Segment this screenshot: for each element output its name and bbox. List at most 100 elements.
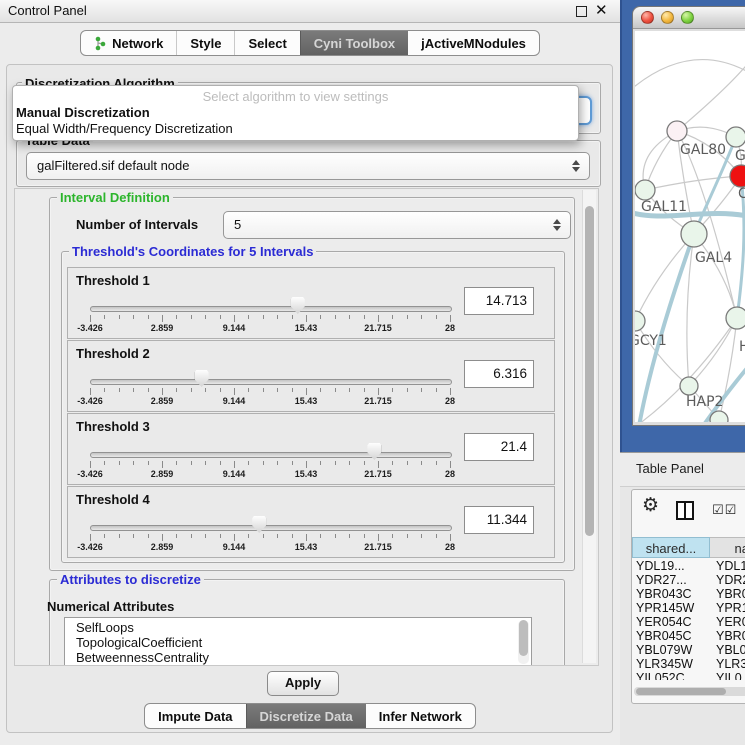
tick-label: 15.43 — [295, 323, 318, 333]
apply-button[interactable]: Apply — [267, 671, 339, 696]
slider-track[interactable] — [90, 379, 452, 385]
settings-gear-icon[interactable]: ⚙ — [642, 496, 659, 516]
threshold-value-input[interactable]: 14.713 — [464, 287, 534, 315]
tick-mark — [133, 388, 134, 392]
table-hscrollbar[interactable] — [634, 687, 745, 696]
tab-discretize-data[interactable]: Discretize Data — [246, 704, 366, 728]
panel-scrollbar[interactable] — [582, 190, 596, 663]
tick-mark — [335, 388, 336, 392]
network-node[interactable] — [635, 180, 655, 200]
table-row[interactable]: YPR145WYPR1 — [632, 601, 745, 615]
tick-mark — [436, 461, 437, 465]
network-edge[interactable] — [694, 234, 737, 318]
slider-track[interactable] — [90, 525, 452, 531]
network-view-window: GAL80GALCGAL11GAL4GCY1HHAP2 — [632, 6, 745, 426]
network-node[interactable] — [726, 127, 745, 147]
network-edge[interactable] — [645, 176, 741, 190]
list-item[interactable]: BetweennessCentrality — [65, 650, 531, 665]
network-window-titlebar[interactable] — [633, 7, 745, 29]
attributes-scrollbar-thumb[interactable] — [519, 620, 528, 656]
mac-close-button[interactable] — [641, 11, 654, 24]
tick-label: 21.715 — [364, 323, 392, 333]
table-row[interactable]: YLR345WYLR3 — [632, 657, 745, 671]
interval-definition-title: Interval Definition — [57, 190, 173, 205]
table-row[interactable]: YBR045CYBR0 — [632, 629, 745, 643]
slider-track[interactable] — [90, 452, 452, 458]
tick-mark — [220, 461, 221, 465]
network-node[interactable] — [681, 221, 707, 247]
tick-mark — [378, 461, 379, 468]
table-hscrollbar-thumb[interactable] — [636, 688, 726, 695]
network-node[interactable] — [726, 307, 745, 329]
tick-mark — [277, 534, 278, 538]
tick-mark — [306, 315, 307, 322]
tick-mark — [436, 315, 437, 319]
table-row[interactable]: YBR043CYBR0 — [632, 587, 745, 601]
attributes-scrollbar[interactable] — [518, 620, 529, 664]
split-columns-icon[interactable] — [676, 501, 694, 520]
tick-mark — [104, 388, 105, 392]
list-item[interactable]: SelfLoops — [65, 620, 531, 635]
tick-mark — [306, 388, 307, 395]
panel-title: Control Panel — [8, 0, 87, 22]
threshold-value-input[interactable]: 6.316 — [464, 360, 534, 388]
thresholds-group-title: Threshold's Coordinates for 5 Intervals — [69, 244, 316, 259]
tick-mark — [162, 315, 163, 322]
tick-mark — [90, 315, 91, 322]
node-label: GAL80 — [680, 142, 726, 158]
cell-shared-name: YBR045C — [636, 629, 710, 643]
cell-name: YIL0 — [716, 671, 742, 680]
tick-label: 2.859 — [151, 542, 174, 552]
table-row[interactable]: YER054CYER0 — [632, 615, 745, 629]
tab-infer-network-label: Infer Network — [379, 709, 462, 724]
cell-shared-name: YIL052C — [636, 671, 710, 680]
popup-option-manual-discretization[interactable]: Manual Discretization — [16, 105, 150, 120]
tick-mark — [349, 315, 350, 319]
combo-stepper-icon — [553, 219, 561, 231]
tick-mark — [378, 388, 379, 395]
network-node[interactable] — [680, 377, 698, 395]
network-canvas[interactable]: GAL80GALCGAL11GAL4GCY1HHAP2 — [635, 31, 745, 422]
network-node[interactable] — [635, 311, 645, 331]
popup-option-equal-width-frequency[interactable]: Equal Width/Frequency Discretization — [16, 121, 233, 136]
network-edge[interactable] — [677, 61, 745, 131]
network-edge[interactable] — [635, 234, 694, 321]
float-window-icon[interactable] — [576, 6, 587, 17]
table-row[interactable]: YDR27...YDR2 — [632, 573, 745, 587]
tab-impute-data[interactable]: Impute Data — [145, 704, 245, 728]
slider-track[interactable] — [90, 306, 452, 312]
tick-mark — [436, 534, 437, 538]
tick-mark — [119, 534, 120, 538]
tab-select[interactable]: Select — [234, 31, 299, 55]
table-row[interactable]: YIL052C YIL0 — [632, 671, 745, 680]
tab-jactivemnodules[interactable]: jActiveMNodules — [408, 31, 539, 55]
table-panel-title: Table Panel — [636, 453, 704, 485]
panel-scrollbar-thumb[interactable] — [585, 206, 594, 536]
tab-style[interactable]: Style — [176, 31, 234, 55]
network-edge[interactable] — [635, 60, 745, 91]
close-icon[interactable]: ✕ — [595, 1, 608, 21]
tick-mark — [349, 388, 350, 392]
network-node[interactable] — [667, 121, 687, 141]
table-row[interactable]: YBL079WYBL0 — [632, 643, 745, 657]
network-node[interactable] — [730, 165, 745, 187]
column-header-name[interactable]: na — [710, 537, 745, 558]
table-row[interactable]: YDL19...YDL1 — [632, 559, 745, 573]
threshold-value-input[interactable]: 21.4 — [464, 433, 534, 461]
tick-mark — [248, 461, 249, 465]
mac-zoom-button[interactable] — [681, 11, 694, 24]
tick-mark — [392, 534, 393, 538]
column-header-shared-name[interactable]: shared... — [632, 537, 710, 558]
tick-mark — [277, 388, 278, 392]
tab-network[interactable]: Network — [81, 31, 176, 55]
table-data-combobox[interactable]: galFiltered.sif default node — [26, 152, 590, 180]
select-all-checkboxes-icon[interactable]: ☑☑ — [712, 502, 737, 518]
tick-mark — [234, 534, 235, 541]
mac-minimize-button[interactable] — [661, 11, 674, 24]
tab-infer-network[interactable]: Infer Network — [366, 704, 475, 728]
number-of-intervals-combobox[interactable]: 5 — [223, 211, 571, 239]
numerical-attributes-list[interactable]: SelfLoopsTopologicalCoefficientBetweenne… — [64, 617, 532, 666]
tab-cyni-toolbox[interactable]: Cyni Toolbox — [300, 31, 408, 55]
threshold-value-input[interactable]: 11.344 — [464, 506, 534, 534]
list-item[interactable]: TopologicalCoefficient — [65, 635, 531, 650]
